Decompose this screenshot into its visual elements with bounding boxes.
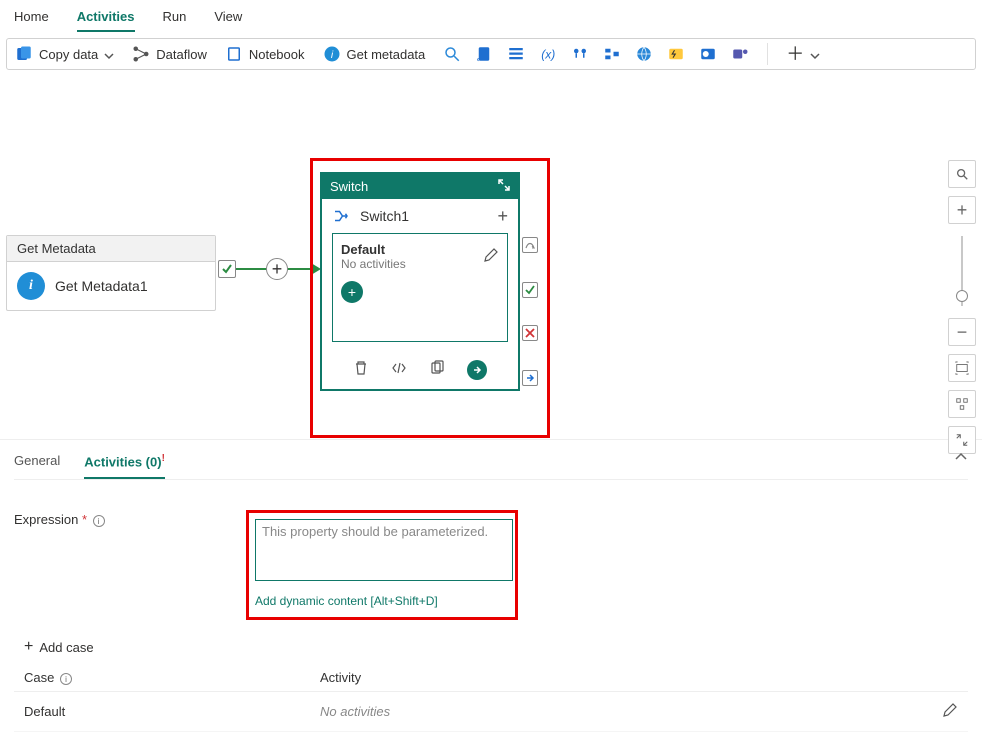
info-icon: i	[323, 45, 341, 63]
case-table-header: Case i Activity	[14, 664, 968, 692]
info-icon[interactable]: i	[93, 515, 105, 527]
zoom-controls: + −	[948, 160, 976, 454]
expression-row: Expression * i Add dynamic content [Alt+…	[14, 510, 968, 620]
switch-node[interactable]: Switch Switch1 + Default No activities +	[320, 172, 520, 391]
config-icon[interactable]	[571, 45, 589, 63]
get-metadata-node-title: Get Metadata	[7, 236, 215, 262]
case-name: Default	[24, 704, 320, 719]
case-column-label: Case	[24, 670, 54, 685]
default-case-sub: No activities	[341, 257, 406, 271]
info-icon[interactable]: i	[60, 673, 72, 685]
get-metadata-button[interactable]: i Get metadata	[323, 45, 426, 63]
toolbar-icon-row: (x)	[443, 45, 749, 63]
copy-data-button[interactable]: Copy data	[15, 45, 114, 63]
success-port[interactable]	[218, 260, 236, 278]
chevron-down-icon	[810, 49, 820, 59]
top-nav: Home Activities Run View	[0, 0, 982, 32]
dataflow-icon	[132, 45, 150, 63]
properties-tabs: General Activities (0)!	[14, 450, 968, 480]
tab-view[interactable]: View	[214, 6, 242, 32]
tab-activities[interactable]: Activities (0)!	[84, 450, 165, 479]
activities-toolbar: Copy data Dataflow Notebook i Get metada…	[6, 38, 976, 70]
list-icon[interactable]	[507, 45, 525, 63]
pencil-icon[interactable]	[942, 706, 958, 721]
tab-activities[interactable]: Activities	[77, 6, 135, 32]
web-icon[interactable]	[635, 45, 653, 63]
add-connector-port[interactable]: +	[266, 258, 288, 280]
run-icon[interactable]	[467, 360, 487, 380]
collapse-pane-icon[interactable]	[954, 450, 968, 467]
add-dynamic-content-link[interactable]: Add dynamic content [Alt+Shift+D]	[255, 594, 509, 608]
plus-icon: +	[24, 638, 33, 656]
tab-general[interactable]: General	[14, 450, 60, 479]
completion-port[interactable]	[522, 370, 538, 386]
info-icon: i	[17, 272, 45, 300]
toolbar-separator	[767, 43, 768, 65]
switch-default-case[interactable]: Default No activities +	[332, 233, 508, 342]
switch-name-row: Switch1 +	[322, 199, 518, 233]
switch-node-title: Switch	[330, 179, 368, 194]
get-metadata-node[interactable]: Get Metadata i Get Metadata1	[6, 235, 216, 311]
search-canvas-icon[interactable]	[948, 160, 976, 188]
zoom-in-button[interactable]: +	[948, 196, 976, 224]
tab-home[interactable]: Home	[14, 6, 49, 32]
get-metadata-node-body: i Get Metadata1	[7, 262, 215, 310]
outlook-icon[interactable]	[699, 45, 717, 63]
default-case-label: Default	[341, 242, 406, 257]
teams-icon[interactable]	[731, 45, 749, 63]
notebook-button[interactable]: Notebook	[225, 45, 305, 63]
get-metadata-label: Get metadata	[347, 47, 426, 62]
auto-layout-icon[interactable]	[948, 390, 976, 418]
zoom-slider-handle[interactable]	[956, 290, 968, 302]
delete-icon[interactable]	[353, 360, 369, 381]
case-row-default: Default No activities	[14, 692, 968, 732]
switch-icon	[332, 207, 350, 225]
code-icon[interactable]	[391, 360, 407, 381]
notebook-label: Notebook	[249, 47, 305, 62]
pipeline-canvas[interactable]: Get Metadata i Get Metadata1 + Switch Sw…	[0, 70, 982, 440]
dataflow-label: Dataflow	[156, 47, 207, 62]
add-case-icon[interactable]: +	[497, 209, 508, 223]
fit-screen-icon[interactable]	[948, 354, 976, 382]
svg-text:(x): (x)	[542, 48, 556, 62]
expression-label: Expression * i	[14, 510, 246, 620]
add-activity-button[interactable]: ＋	[786, 47, 820, 61]
case-activity: No activities	[320, 704, 918, 719]
switch-node-header: Switch	[322, 174, 518, 199]
dataflow-button[interactable]: Dataflow	[132, 45, 207, 63]
zoom-out-button[interactable]: −	[948, 318, 976, 346]
align-icon[interactable]	[603, 45, 621, 63]
plus-icon: ＋	[786, 47, 804, 61]
copy-data-label: Copy data	[39, 47, 98, 62]
copy-icon[interactable]	[429, 360, 445, 381]
expand-icon[interactable]	[498, 179, 510, 194]
expression-input[interactable]	[255, 519, 513, 581]
chevron-down-icon	[104, 49, 114, 59]
search-icon[interactable]	[443, 45, 461, 63]
highlight-box: Add dynamic content [Alt+Shift+D]	[246, 510, 518, 620]
switch-node-footer	[322, 352, 518, 389]
pencil-icon[interactable]	[483, 247, 499, 266]
add-case-button[interactable]: + Add case	[24, 638, 968, 656]
activity-column-label: Activity	[320, 670, 361, 685]
success-port[interactable]	[522, 282, 538, 298]
notebook-icon	[225, 45, 243, 63]
zoom-slider[interactable]	[961, 236, 963, 306]
get-metadata-node-name: Get Metadata1	[55, 278, 148, 294]
properties-pane: General Activities (0)! Expression * i A…	[0, 440, 982, 732]
script-icon[interactable]	[475, 45, 493, 63]
copy-data-icon	[15, 45, 33, 63]
switch-node-name: Switch1	[360, 208, 409, 224]
skip-port[interactable]	[522, 237, 538, 253]
tab-run[interactable]: Run	[163, 6, 187, 32]
fail-port[interactable]	[522, 325, 538, 341]
variable-icon[interactable]: (x)	[539, 45, 557, 63]
add-activity-button[interactable]: +	[341, 281, 363, 303]
power-icon[interactable]	[667, 45, 685, 63]
